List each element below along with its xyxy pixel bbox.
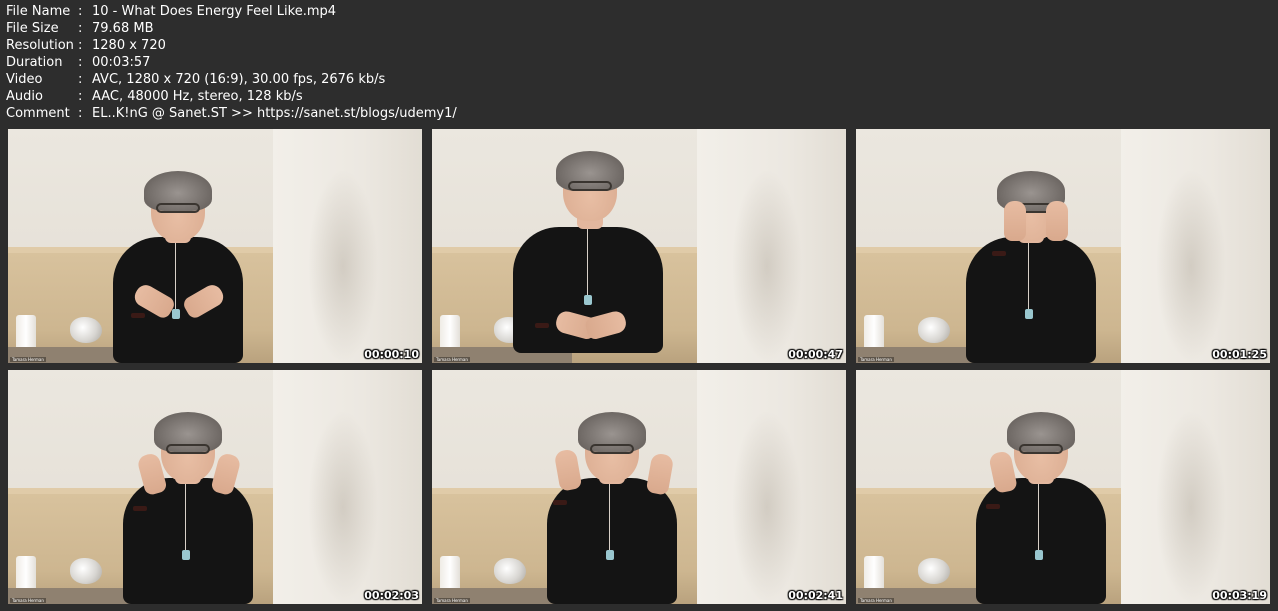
- geode: [494, 558, 526, 584]
- resolution-value: 1280 x 720: [92, 38, 166, 53]
- bracelet: [133, 506, 147, 511]
- meta-separator: :: [78, 21, 83, 36]
- presenter-nametag: Tamara Herman: [10, 598, 46, 603]
- video-thumbnail[interactable]: Tamara Herman 00:02:41: [432, 370, 846, 604]
- audio-value: AAC, 48000 Hz, stereo, 128 kb/s: [92, 89, 303, 104]
- presenter-nametag: Tamara Herman: [10, 357, 46, 362]
- glasses: [166, 444, 210, 454]
- video-value: AVC, 1280 x 720 (16:9), 30.00 fps, 2676 …: [92, 72, 386, 87]
- pendant: [182, 550, 190, 560]
- meta-label: Video: [6, 72, 43, 87]
- necklace: [175, 243, 182, 313]
- scene-shadow: [1156, 169, 1226, 363]
- meta-separator: :: [78, 72, 83, 87]
- necklace: [1038, 484, 1045, 554]
- glasses: [590, 444, 634, 454]
- bracelet: [553, 500, 567, 505]
- presenter-nametag: Tamara Herman: [434, 357, 470, 362]
- scene-shadow: [732, 410, 802, 604]
- meta-label: File Name: [6, 4, 71, 19]
- video-thumbnail[interactable]: Tamara Herman 00:03:19: [856, 370, 1270, 604]
- scene-shadow: [732, 169, 802, 363]
- meta-label: Comment: [6, 106, 70, 121]
- thumbnail-timestamp: 00:02:03: [364, 589, 419, 602]
- pendant: [1035, 550, 1043, 560]
- bracelet: [535, 323, 549, 328]
- presenter: [93, 129, 263, 363]
- presenter-nametag: Tamara Herman: [858, 357, 894, 362]
- file-size-value: 79.68 MB: [92, 21, 154, 36]
- presenter: [103, 370, 273, 604]
- necklace: [1028, 243, 1035, 313]
- meta-row-file-size: File Size : 79.68 MB: [6, 20, 457, 37]
- pendant: [606, 550, 614, 560]
- video-thumbnail[interactable]: Tamara Herman 00:01:25: [856, 129, 1270, 363]
- thumbnail-timestamp: 00:00:10: [364, 348, 419, 361]
- scene-shadow: [308, 169, 378, 363]
- hand: [645, 452, 675, 496]
- thumbnail-timestamp: 00:03:19: [1212, 589, 1267, 602]
- meta-label: Duration: [6, 55, 63, 70]
- hand: [1046, 201, 1068, 241]
- meta-label: Resolution: [6, 38, 74, 53]
- presenter: [946, 129, 1116, 363]
- pendant: [1025, 309, 1033, 319]
- meta-row-resolution: Resolution : 1280 x 720: [6, 37, 457, 54]
- geode: [918, 558, 950, 584]
- scene-shadow: [1156, 410, 1226, 604]
- meta-label: Audio: [6, 89, 43, 104]
- hand: [553, 448, 583, 492]
- presenter-nametag: Tamara Herman: [434, 598, 470, 603]
- file-name-value: 10 - What Does Energy Feel Like.mp4: [92, 4, 337, 19]
- hand: [1004, 201, 1026, 241]
- necklace: [609, 484, 616, 554]
- meta-separator: :: [78, 4, 83, 19]
- bracelet: [992, 251, 1006, 256]
- presenter: [956, 370, 1126, 604]
- glasses: [156, 203, 200, 213]
- video-thumbnail[interactable]: Tamara Herman 00:00:47: [432, 129, 846, 363]
- thumbnail-grid: Tamara Herman 00:00:10 Tamara Herman 00:…: [8, 129, 1272, 604]
- presenter: [527, 370, 697, 604]
- presenter-nametag: Tamara Herman: [858, 598, 894, 603]
- meta-separator: :: [78, 106, 83, 121]
- necklace: [185, 484, 192, 554]
- scene-shadow: [308, 410, 378, 604]
- bracelet: [131, 313, 145, 318]
- comment-value: EL..K!nG @ Sanet.ST >> https://sanet.st/…: [92, 106, 457, 121]
- glasses: [1019, 444, 1063, 454]
- meta-row-duration: Duration : 00:03:57: [6, 54, 457, 71]
- duration-value: 00:03:57: [92, 55, 151, 70]
- pendant: [172, 309, 180, 319]
- glasses: [568, 181, 612, 191]
- meta-separator: :: [78, 55, 83, 70]
- meta-separator: :: [78, 38, 83, 53]
- media-info-panel: File Name : 10 - What Does Energy Feel L…: [6, 3, 457, 122]
- meta-label: File Size: [6, 21, 59, 36]
- pendant: [584, 295, 592, 305]
- thumbnail-timestamp: 00:01:25: [1212, 348, 1267, 361]
- meta-row-comment: Comment : EL..K!nG @ Sanet.ST >> https:/…: [6, 105, 457, 122]
- video-thumbnail[interactable]: Tamara Herman 00:02:03: [8, 370, 422, 604]
- meta-row-audio: Audio : AAC, 48000 Hz, stereo, 128 kb/s: [6, 88, 457, 105]
- meta-separator: :: [78, 89, 83, 104]
- meta-row-file-name: File Name : 10 - What Does Energy Feel L…: [6, 3, 457, 20]
- bracelet: [986, 504, 1000, 509]
- necklace: [587, 229, 594, 299]
- thumbnail-timestamp: 00:02:41: [788, 589, 843, 602]
- geode: [70, 558, 102, 584]
- video-thumbnail[interactable]: Tamara Herman 00:00:10: [8, 129, 422, 363]
- thumbnail-timestamp: 00:00:47: [788, 348, 843, 361]
- meta-row-video: Video : AVC, 1280 x 720 (16:9), 30.00 fp…: [6, 71, 457, 88]
- presenter: [505, 129, 675, 363]
